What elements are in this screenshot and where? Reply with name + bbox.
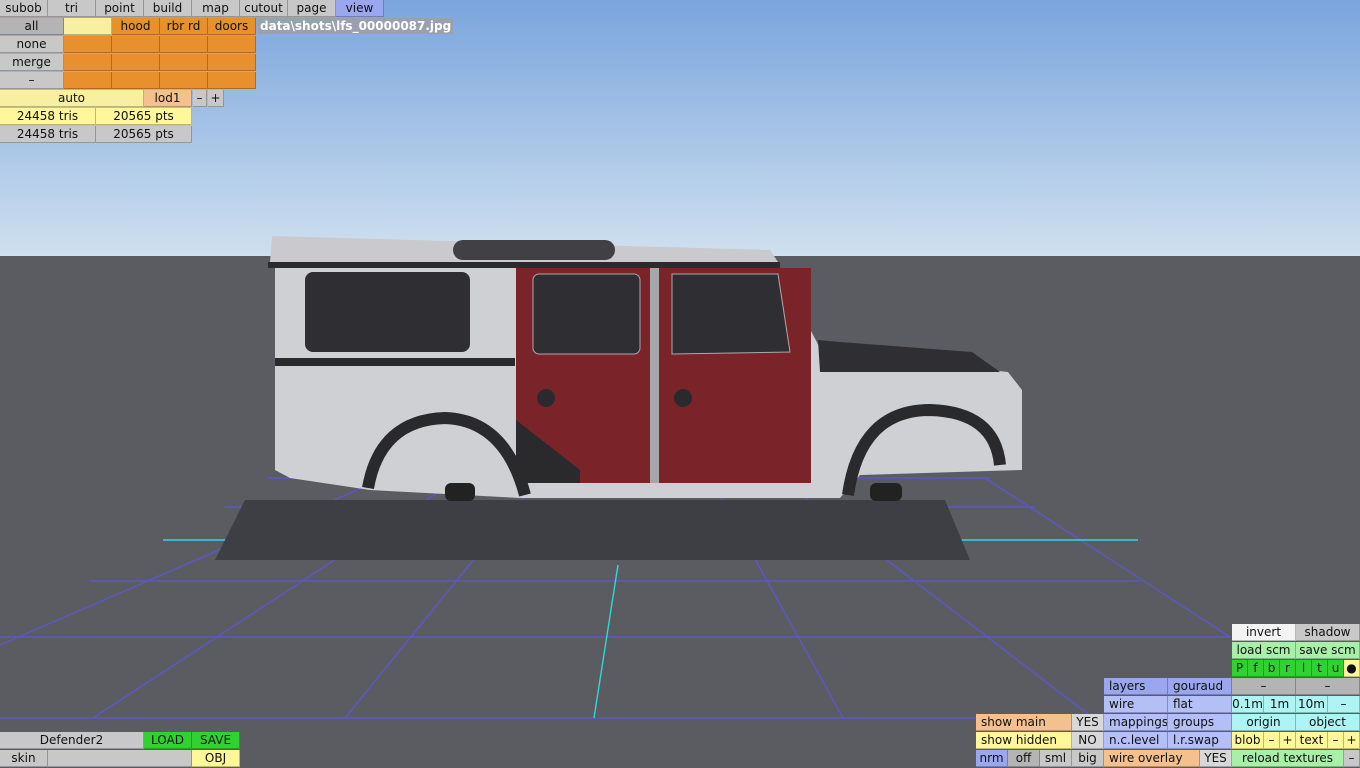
layers-button[interactable]: layers bbox=[1104, 678, 1168, 695]
model-name-field[interactable]: Defender2 bbox=[0, 732, 144, 749]
flat-button[interactable]: flat bbox=[1168, 696, 1232, 713]
group-merge-button[interactable]: merge bbox=[0, 54, 64, 71]
group-doors[interactable]: doors bbox=[208, 18, 256, 35]
point-count: 20565 pts bbox=[96, 108, 192, 125]
text-decrease[interactable]: – bbox=[1328, 732, 1344, 749]
point-count-total: 20565 pts bbox=[96, 126, 192, 143]
view-f-button[interactable]: f bbox=[1248, 660, 1264, 677]
group-rbr-rd[interactable]: rbr rd bbox=[160, 18, 208, 35]
lod-increase-button[interactable]: + bbox=[208, 90, 224, 107]
group-all-button[interactable]: all bbox=[0, 18, 64, 35]
lod-auto-button[interactable]: auto bbox=[0, 90, 144, 107]
groups-button[interactable]: groups bbox=[1168, 714, 1232, 731]
lr-swap-button[interactable]: l.r.swap bbox=[1168, 732, 1232, 749]
skin-label: skin bbox=[0, 750, 48, 767]
view-u-button[interactable]: u bbox=[1328, 660, 1344, 677]
blob-increase[interactable]: + bbox=[1280, 732, 1296, 749]
menu-map[interactable]: map bbox=[192, 0, 240, 17]
gouraud-button[interactable]: gouraud bbox=[1168, 678, 1232, 695]
dash-button-bottom[interactable]: – bbox=[1344, 750, 1360, 767]
group-slot[interactable] bbox=[160, 54, 208, 71]
lod-level-button[interactable]: lod1 bbox=[144, 90, 192, 107]
view-size-nrm[interactable]: nrm bbox=[976, 750, 1008, 767]
3d-viewport[interactable] bbox=[0, 0, 1360, 768]
menu-subob[interactable]: subob bbox=[0, 0, 48, 17]
menu-point[interactable]: point bbox=[96, 0, 144, 17]
view-t-button[interactable]: t bbox=[1312, 660, 1328, 677]
scale-0-1m[interactable]: 0.1m bbox=[1232, 696, 1264, 713]
view-l-button[interactable]: l bbox=[1296, 660, 1312, 677]
tri-count: 24458 tris bbox=[0, 108, 96, 125]
view-p-button[interactable]: P bbox=[1232, 660, 1248, 677]
view-size-big[interactable]: big bbox=[1072, 750, 1104, 767]
group-none-button[interactable]: none bbox=[0, 36, 64, 53]
invert-button[interactable]: invert bbox=[1232, 624, 1296, 641]
group-slot[interactable] bbox=[112, 54, 160, 71]
menu-build[interactable]: build bbox=[144, 0, 192, 17]
menu-view[interactable]: view bbox=[336, 0, 384, 17]
view-size-off[interactable]: off bbox=[1008, 750, 1040, 767]
group-hood[interactable]: hood bbox=[112, 18, 160, 35]
scale-dash[interactable]: – bbox=[1328, 696, 1360, 713]
scale-1m[interactable]: 1m bbox=[1264, 696, 1296, 713]
origin-button[interactable]: origin bbox=[1232, 714, 1296, 731]
show-hidden-value[interactable]: NO bbox=[1072, 732, 1104, 749]
lod-decrease-button[interactable]: – bbox=[193, 90, 207, 107]
load-button[interactable]: LOAD bbox=[144, 732, 192, 749]
group-slot[interactable] bbox=[208, 54, 256, 71]
menu-tri[interactable]: tri bbox=[48, 0, 96, 17]
view-size-sml[interactable]: sml bbox=[1040, 750, 1072, 767]
wire-button[interactable]: wire bbox=[1104, 696, 1168, 713]
view-r-button[interactable]: r bbox=[1280, 660, 1296, 677]
dash-button-left[interactable]: – bbox=[1232, 678, 1296, 695]
file-path-label: data\shots\lfs_00000087.jpg bbox=[258, 18, 454, 34]
scale-10m[interactable]: 10m bbox=[1296, 696, 1328, 713]
wire-overlay-value[interactable]: YES bbox=[1200, 750, 1232, 767]
shadow-button[interactable]: shadow bbox=[1296, 624, 1360, 641]
group-slot-empty[interactable] bbox=[64, 18, 112, 35]
dash-button-right[interactable]: – bbox=[1296, 678, 1360, 695]
text-increase[interactable]: + bbox=[1344, 732, 1360, 749]
view-b-button[interactable]: b bbox=[1264, 660, 1280, 677]
group-slot[interactable] bbox=[160, 72, 208, 89]
group-dash-button[interactable]: – bbox=[0, 72, 64, 89]
object-button[interactable]: object bbox=[1296, 714, 1360, 731]
tri-count-total: 24458 tris bbox=[0, 126, 96, 143]
show-main-toggle[interactable]: show main bbox=[976, 714, 1072, 731]
load-scm-button[interactable]: load scm bbox=[1232, 642, 1296, 659]
group-slot[interactable] bbox=[112, 36, 160, 53]
group-slot[interactable] bbox=[64, 36, 112, 53]
menu-page[interactable]: page bbox=[288, 0, 336, 17]
text-label: text bbox=[1296, 732, 1328, 749]
save-scm-button[interactable]: save scm bbox=[1296, 642, 1360, 659]
reload-textures-button[interactable]: reload textures bbox=[1232, 750, 1344, 767]
skin-field[interactable] bbox=[48, 750, 192, 767]
group-slot[interactable] bbox=[64, 72, 112, 89]
menu-cutout[interactable]: cutout bbox=[240, 0, 288, 17]
show-main-value[interactable]: YES bbox=[1072, 714, 1104, 731]
blob-decrease[interactable]: – bbox=[1264, 732, 1280, 749]
nc-level-button[interactable]: n.c.level bbox=[1104, 732, 1168, 749]
wire-overlay-toggle[interactable]: wire overlay bbox=[1104, 750, 1200, 767]
group-slot[interactable] bbox=[208, 36, 256, 53]
mappings-button[interactable]: mappings bbox=[1104, 714, 1168, 731]
save-button[interactable]: SAVE bbox=[192, 732, 240, 749]
group-slot[interactable] bbox=[160, 36, 208, 53]
group-slot[interactable] bbox=[112, 72, 160, 89]
show-hidden-toggle[interactable]: show hidden bbox=[976, 732, 1072, 749]
blob-label: blob bbox=[1232, 732, 1264, 749]
car-shadow bbox=[215, 500, 970, 560]
group-slot[interactable] bbox=[64, 54, 112, 71]
format-obj-button[interactable]: OBJ bbox=[192, 750, 240, 767]
dot-button[interactable]: ● bbox=[1344, 660, 1360, 677]
group-slot[interactable] bbox=[208, 72, 256, 89]
